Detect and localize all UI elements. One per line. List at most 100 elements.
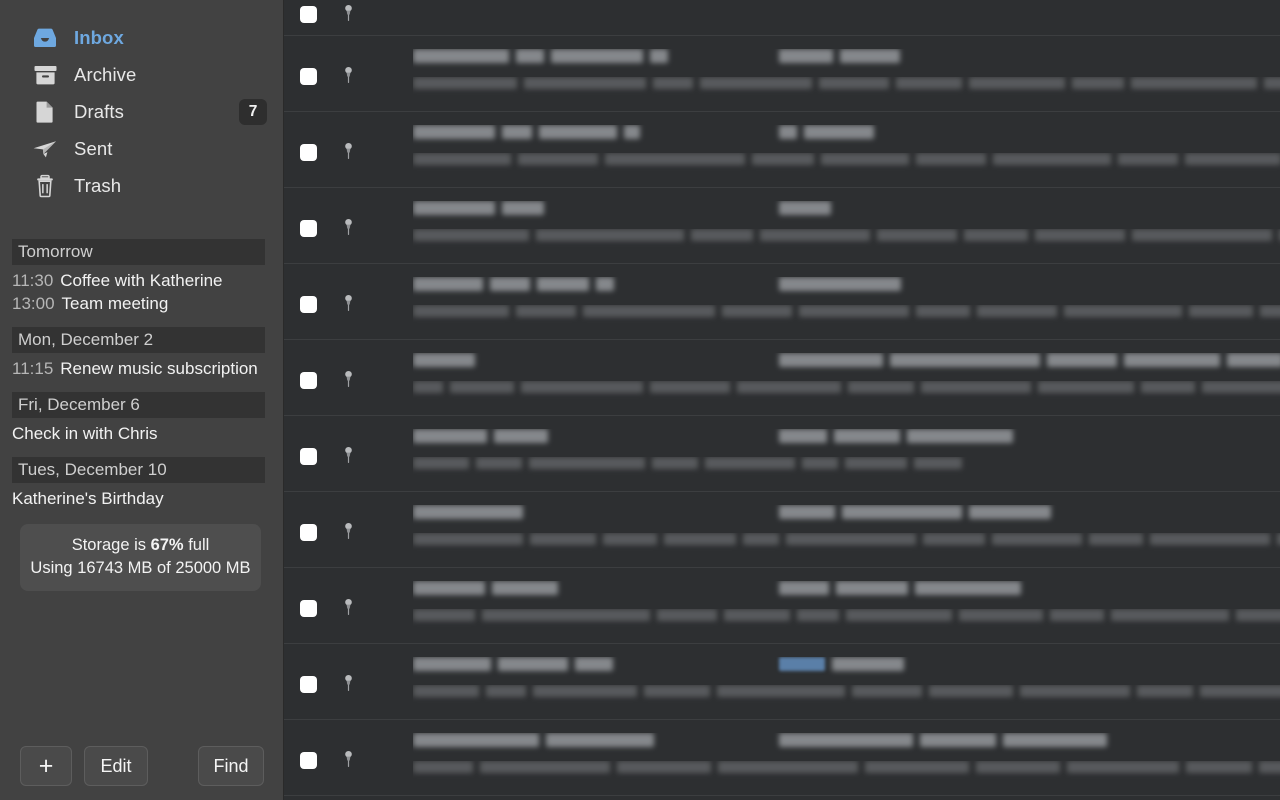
message-select-checkbox[interactable] <box>300 6 317 23</box>
redacted-text-block <box>1020 685 1130 697</box>
redacted-text-block <box>1124 353 1220 367</box>
message-select-checkbox[interactable] <box>300 296 317 313</box>
message-subject <box>779 733 1107 747</box>
message-row[interactable] <box>284 0 1280 36</box>
redacted-text-block <box>1072 77 1124 89</box>
redacted-text-block <box>865 761 969 773</box>
redacted-text-block <box>494 429 548 443</box>
message-select-checkbox[interactable] <box>300 524 317 541</box>
sidebar-item-drafts[interactable]: Drafts 7 <box>0 93 283 130</box>
pin-icon[interactable] <box>340 142 356 161</box>
message-row[interactable] <box>284 112 1280 188</box>
message-list[interactable] <box>284 0 1280 800</box>
message-row[interactable] <box>284 568 1280 644</box>
message-content <box>413 733 1280 781</box>
redacted-text-block <box>413 609 475 621</box>
sidebar-item-inbox[interactable]: Inbox <box>0 19 283 56</box>
redacted-text-block <box>737 381 841 393</box>
pin-icon[interactable] <box>340 522 356 541</box>
message-row[interactable] <box>284 644 1280 720</box>
sidebar-item-trash[interactable]: Trash <box>0 167 283 204</box>
redacted-text-block <box>705 457 795 469</box>
message-row[interactable] <box>284 36 1280 112</box>
agenda-event[interactable]: Katherine's Birthday <box>12 487 271 510</box>
redacted-text-block <box>652 457 698 469</box>
mail-app-window: Inbox Archive Drafts 7 Sent Trash Tomorrow 11:… <box>0 0 1280 800</box>
redacted-text-block <box>537 277 589 291</box>
message-select-checkbox[interactable] <box>300 676 317 693</box>
redacted-text-block <box>916 153 986 165</box>
agenda-items: Katherine's Birthday <box>0 483 283 510</box>
redacted-text-block <box>779 353 883 367</box>
message-row[interactable] <box>284 188 1280 264</box>
inbox-icon <box>30 25 60 51</box>
pin-icon[interactable] <box>340 66 356 85</box>
redacted-text-block <box>413 685 479 697</box>
agenda-event[interactable]: 13:00 Team meeting <box>12 292 271 315</box>
sidebar-item-archive[interactable]: Archive <box>0 56 283 93</box>
agenda-date-label: Tues, December 10 <box>18 460 167 479</box>
message-sender <box>413 581 558 595</box>
message-row[interactable] <box>284 264 1280 340</box>
agenda-event-title: Coffee with Katherine <box>60 271 223 290</box>
find-button[interactable]: Find <box>198 746 264 786</box>
pin-icon[interactable] <box>340 674 356 693</box>
redacted-text-block <box>624 125 640 139</box>
redacted-text-block <box>492 581 558 595</box>
redacted-text-block <box>907 429 1013 443</box>
message-row[interactable] <box>284 720 1280 796</box>
message-header-line <box>413 733 1280 755</box>
message-row[interactable] <box>284 416 1280 492</box>
redacted-text-block <box>743 533 779 545</box>
redacted-text-block <box>779 733 913 747</box>
redacted-text-block <box>413 581 485 595</box>
pin-icon[interactable] <box>340 750 356 769</box>
sidebar-item-sent[interactable]: Sent <box>0 130 283 167</box>
pin-icon[interactable] <box>340 294 356 313</box>
message-content <box>413 353 1280 401</box>
redacted-text-block <box>852 685 922 697</box>
redacted-text-block <box>413 229 529 241</box>
redacted-text-block <box>845 457 907 469</box>
message-select-checkbox[interactable] <box>300 752 317 769</box>
sidebar-item-label: Drafts <box>74 100 124 122</box>
storage-detail: Using 16743 MB of 25000 MB <box>30 559 251 577</box>
message-select-checkbox[interactable] <box>300 220 317 237</box>
redacted-text-block <box>779 505 835 519</box>
message-subject <box>779 429 1013 443</box>
message-preview <box>413 609 1280 629</box>
message-select-checkbox[interactable] <box>300 600 317 617</box>
message-select-checkbox[interactable] <box>300 372 317 389</box>
pin-icon[interactable] <box>340 4 356 23</box>
redacted-text-block <box>482 609 650 621</box>
pin-icon[interactable] <box>340 370 356 389</box>
agenda-event[interactable]: 11:30 Coffee with Katherine <box>12 269 271 292</box>
pin-icon[interactable] <box>340 598 356 617</box>
redacted-text-block <box>657 609 717 621</box>
add-button[interactable]: + <box>20 746 72 786</box>
agenda-event[interactable]: 11:15 Renew music subscription <box>12 357 271 380</box>
edit-button[interactable]: Edit <box>84 746 148 786</box>
message-row[interactable] <box>284 340 1280 416</box>
message-header-line <box>413 505 1280 527</box>
sidebar-item-label: Inbox <box>74 26 124 48</box>
redacted-text-block <box>799 305 909 317</box>
redacted-text-block <box>1200 685 1280 697</box>
message-header-line <box>413 277 1280 299</box>
message-select-checkbox[interactable] <box>300 68 317 85</box>
redacted-text-block <box>1118 153 1178 165</box>
message-row[interactable] <box>284 492 1280 568</box>
agenda-event[interactable]: Check in with Chris <box>12 422 271 445</box>
agenda-event-title: Team meeting <box>61 294 169 313</box>
message-select-checkbox[interactable] <box>300 144 317 161</box>
redacted-text-block <box>915 581 1021 595</box>
message-sender <box>413 505 523 519</box>
message-header-line <box>413 429 1280 451</box>
redacted-text-block <box>779 581 829 595</box>
pin-icon[interactable] <box>340 446 356 465</box>
pin-icon[interactable] <box>340 218 356 237</box>
message-select-checkbox[interactable] <box>300 448 317 465</box>
message-content <box>413 429 1280 477</box>
message-preview <box>413 761 1280 781</box>
redacted-text-block <box>530 533 596 545</box>
